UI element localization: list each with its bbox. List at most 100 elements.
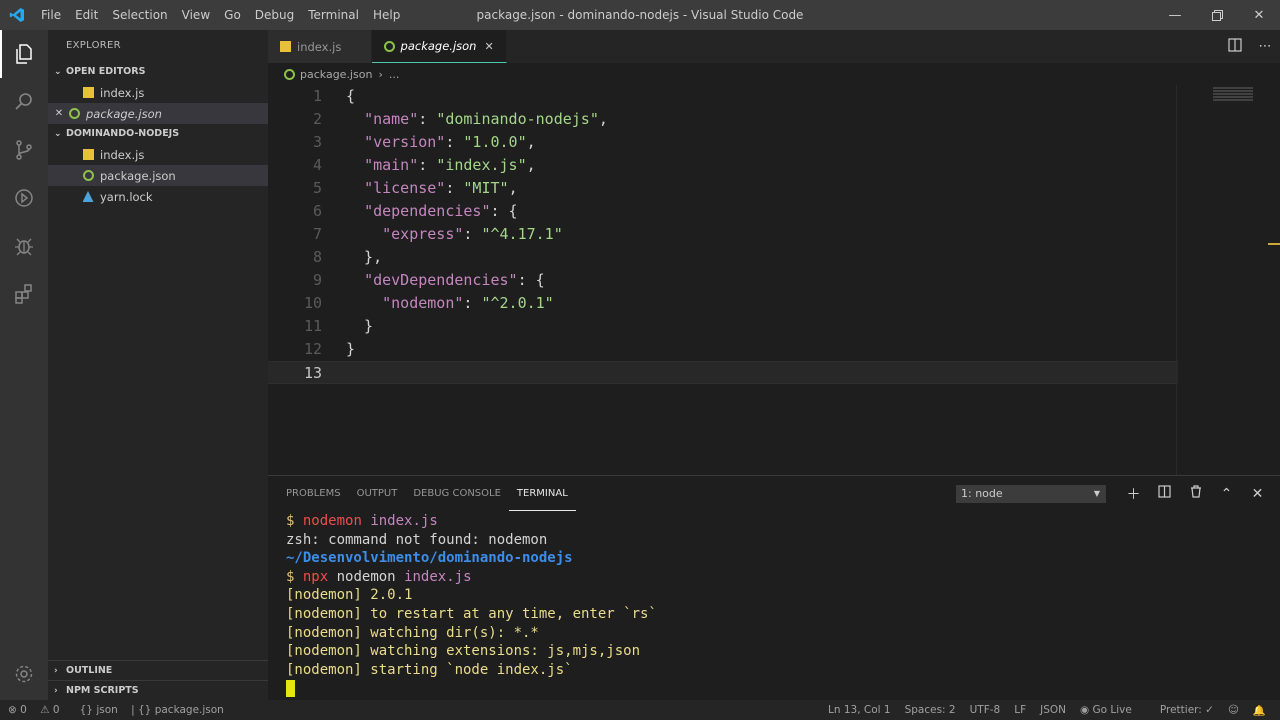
terminal-line: [nodemon] watching extensions: js,mjs,js… (286, 643, 641, 660)
file-item-index-js[interactable]: index.js (48, 144, 268, 165)
file-item-yarn-lock[interactable]: yarn.lock (48, 186, 268, 207)
search-icon[interactable] (0, 78, 48, 126)
code-editor[interactable]: 1 { 2 "name": "dominando-nodejs", 3 "ver… (268, 85, 1280, 475)
tab-index-js[interactable]: index.js ✕ (268, 30, 372, 63)
file-label: yarn.lock (100, 189, 153, 204)
menu-go[interactable]: Go (217, 0, 248, 30)
code-line[interactable]: 11 } (268, 315, 1178, 338)
smiley-icon[interactable]: ☺ (1228, 704, 1239, 716)
command-arg: nodemon (336, 568, 396, 585)
terminal-line: zsh: command not found: nodemon (286, 531, 548, 548)
command-arg: index.js (404, 568, 472, 585)
chevron-right-icon: › (378, 67, 383, 81)
explorer-title: EXPLORER (66, 40, 121, 51)
terminal-cursor-line (286, 679, 657, 698)
breadcrumb-file[interactable]: package.json (300, 68, 372, 81)
terminal-select[interactable]: 1: node ▼ (956, 485, 1106, 503)
bell-icon[interactable]: 🔔 (1253, 704, 1266, 717)
file-status[interactable]: {} json | {} package.json (80, 704, 234, 716)
go-live-label: Go Live (1092, 704, 1132, 716)
open-editors-section[interactable]: ⌄ OPEN EDITORS (48, 62, 268, 82)
code-line[interactable]: 6 "dependencies": { (268, 200, 1178, 223)
code-line[interactable]: 12 } (268, 338, 1178, 361)
code-line[interactable]: 5 "license": "MIT", (268, 177, 1178, 200)
json-value: "dominando-nodejs" (436, 110, 599, 128)
breadcrumb-rest[interactable]: ... (389, 68, 400, 81)
line-number: 2 (312, 110, 322, 128)
code-line[interactable]: 2 "name": "dominando-nodejs", (268, 108, 1178, 131)
menu-help[interactable]: Help (366, 0, 407, 30)
line-number: 12 (303, 340, 322, 358)
tab-terminal[interactable]: TERMINAL (508, 476, 576, 511)
cursor-position[interactable]: Ln 13, Col 1 (828, 704, 891, 716)
menu-edit[interactable]: Edit (68, 0, 105, 30)
file-label: index.js (100, 147, 145, 162)
js-file-icon (80, 87, 96, 99)
close-panel-icon[interactable]: ✕ (1242, 486, 1273, 502)
command: nodemon (302, 513, 362, 529)
code-line[interactable]: 4 "main": "index.js", (268, 154, 1178, 177)
project-section[interactable]: ⌄ DOMINANDO-NODEJS (48, 124, 268, 144)
problems-status[interactable]: ⊗ 0 ⚠ 0 (8, 704, 70, 716)
code-line-current[interactable]: 13 (268, 361, 1178, 384)
split-terminal-icon[interactable] (1149, 485, 1180, 502)
code-line[interactable]: 3 "version": "1.0.0", (268, 131, 1178, 154)
menu-file[interactable]: File (34, 0, 68, 30)
bug-icon[interactable] (0, 222, 48, 270)
code-line[interactable]: 9 "devDependencies": { (268, 269, 1178, 292)
end-of-line[interactable]: LF (1014, 704, 1026, 716)
close-tab-icon[interactable]: ✕ (484, 40, 493, 53)
maximize-panel-icon[interactable]: ⌃ (1211, 486, 1242, 502)
file-item-package-json[interactable]: package.json (48, 165, 268, 186)
json-key: "nodemon" (382, 294, 464, 312)
minimap[interactable] (1176, 85, 1280, 475)
minimize-icon[interactable]: — (1154, 0, 1196, 30)
more-actions-icon[interactable]: ⋯ (1250, 39, 1280, 54)
new-terminal-icon[interactable]: ＋ (1118, 484, 1149, 504)
menu-debug[interactable]: Debug (248, 0, 301, 30)
open-editor-item-package-json[interactable]: ✕ package.json (48, 103, 268, 124)
line-number: 7 (312, 225, 322, 243)
menu-terminal[interactable]: Terminal (301, 0, 366, 30)
code-line[interactable]: 7 "express": "^4.17.1" (268, 223, 1178, 246)
tab-problems[interactable]: PROBLEMS (278, 476, 349, 511)
explorer-icon[interactable] (0, 30, 48, 78)
line-number: 10 (303, 294, 322, 312)
go-live-button[interactable]: ◉ Go Live (1080, 704, 1146, 716)
settings-gear-icon[interactable] (0, 650, 48, 698)
prettier-status[interactable]: Prettier: ✓ (1160, 704, 1214, 716)
close-window-icon[interactable]: ✕ (1238, 0, 1280, 30)
yarn-file-icon (80, 191, 96, 203)
warning-count: 0 (52, 704, 60, 716)
debug-icon[interactable] (0, 174, 48, 222)
split-editor-icon[interactable] (1220, 37, 1250, 56)
json-key: "devDependencies" (364, 271, 518, 289)
code-line[interactable]: 1 { (268, 85, 1178, 108)
language-mode[interactable]: JSON (1040, 704, 1066, 716)
npm-scripts-section[interactable]: › NPM SCRIPTS (48, 680, 268, 700)
code-line[interactable]: 8 }, (268, 246, 1178, 269)
code-line[interactable]: 10 "nodemon": "^2.0.1" (268, 292, 1178, 315)
tab-output[interactable]: OUTPUT (349, 476, 406, 511)
source-control-icon[interactable] (0, 126, 48, 174)
panel-actions: ＋ ⌃ ✕ (1118, 476, 1273, 511)
tab-debug-console[interactable]: DEBUG CONSOLE (405, 476, 509, 511)
menu-selection[interactable]: Selection (105, 0, 174, 30)
maximize-icon[interactable] (1196, 0, 1238, 30)
extensions-icon[interactable] (0, 270, 48, 318)
outline-section[interactable]: › OUTLINE (48, 660, 268, 680)
chevron-right-icon: › (54, 665, 58, 676)
terminal-line: [nodemon] to restart at any time, enter … (286, 605, 657, 622)
panel-tabs: PROBLEMS OUTPUT DEBUG CONSOLE TERMINAL (268, 476, 576, 511)
trash-icon[interactable] (1180, 485, 1211, 502)
chevron-right-icon: › (54, 685, 58, 696)
json-file-icon (80, 170, 96, 182)
tab-package-json[interactable]: package.json ✕ (371, 30, 507, 63)
menu-view[interactable]: View (175, 0, 217, 30)
close-editor-icon[interactable]: ✕ (48, 108, 66, 119)
json-file-icon (66, 108, 82, 120)
terminal-output[interactable]: $ nodemon index.js zsh: command not foun… (286, 512, 657, 698)
encoding[interactable]: UTF-8 (970, 704, 1001, 716)
open-editor-item-index-js[interactable]: index.js (48, 82, 268, 103)
indentation[interactable]: Spaces: 2 (905, 704, 956, 716)
